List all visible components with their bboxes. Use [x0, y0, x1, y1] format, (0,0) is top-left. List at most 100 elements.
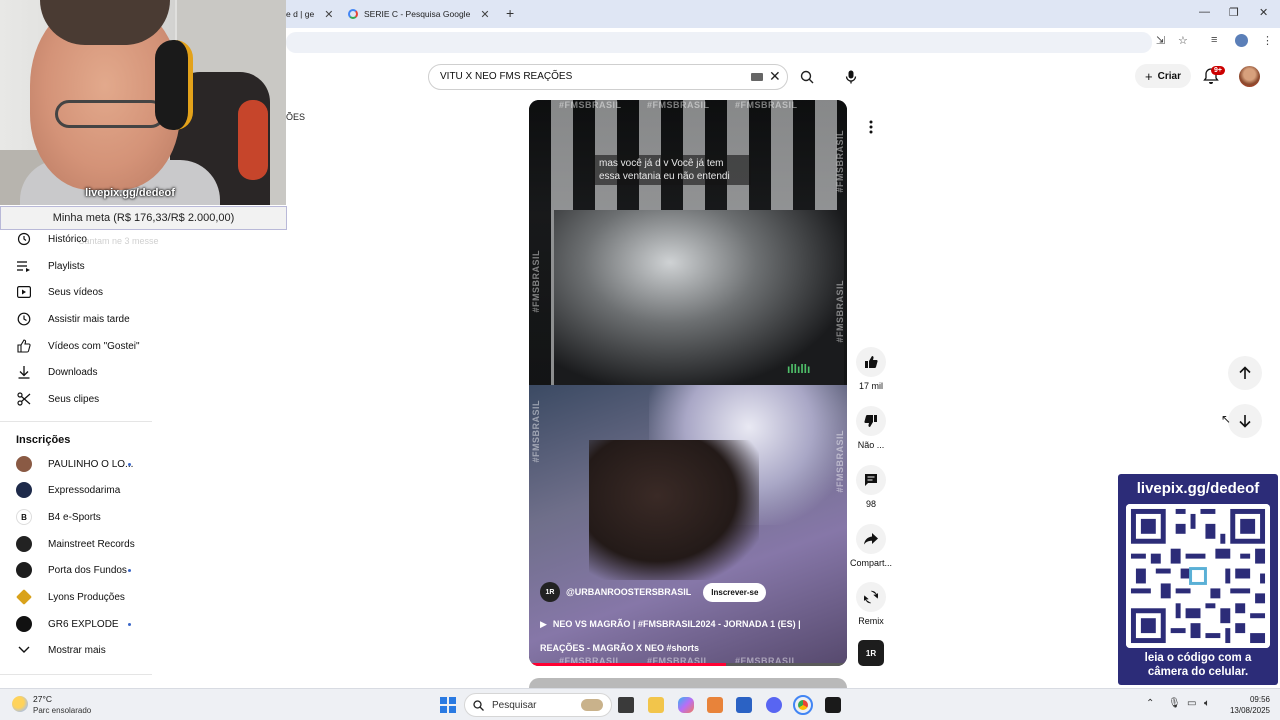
minimize-icon[interactable]: — [1199, 6, 1210, 18]
arrow-up-icon [1239, 366, 1251, 379]
show-more-label: Mostrar mais [48, 644, 106, 656]
task-view-icon[interactable] [618, 697, 634, 713]
qr-handle: livepix.gg/dedeof [1136, 480, 1260, 497]
comments-button[interactable]: 98 [843, 465, 899, 509]
install-icon[interactable]: ⇲ [1156, 34, 1165, 47]
create-label: Criar [1157, 70, 1181, 82]
plus-icon: + [1145, 68, 1153, 84]
sidebar-divider [0, 674, 152, 675]
search-highlight-icon [581, 699, 603, 711]
weather-icon[interactable] [12, 696, 28, 712]
address-bar[interactable] [286, 32, 1152, 53]
subscription-item[interactable]: B B4 e-Sports [0, 504, 156, 530]
sidebar-item-playlists[interactable]: Playlists [0, 253, 156, 279]
discord-icon[interactable] [766, 697, 782, 713]
search-box[interactable]: VITU X NEO FMS REAÇÕES ✕ [428, 64, 788, 90]
qr-caption: leia o código com a câmera do celular. [1118, 651, 1278, 679]
file-explorer-icon[interactable] [648, 697, 664, 713]
share-button[interactable]: Compart... [843, 524, 899, 568]
copilot-icon[interactable] [678, 697, 694, 713]
browser-tab-google[interactable]: SERIE C - Pesquisa Google ✕ [348, 3, 498, 25]
sidebar-item-downloads[interactable]: Downloads [0, 359, 156, 385]
sidebar-item-history[interactable]: Histórico [0, 226, 156, 252]
subscription-label: GR6 EXPLODE [48, 618, 119, 630]
sidebar-item-label: Seus clipes [48, 393, 100, 405]
close-window-icon[interactable]: ✕ [1259, 6, 1268, 19]
restore-icon[interactable]: ❐ [1229, 6, 1239, 19]
store-icon[interactable] [736, 697, 752, 713]
streamer-glasses [55, 100, 165, 128]
google-icon [348, 9, 358, 19]
sidebar-item-liked-videos[interactable]: Vídeos com "Gostei" [0, 333, 156, 359]
sidebar-item-your-videos[interactable]: Seus vídeos [0, 279, 156, 305]
voice-search-button[interactable] [838, 64, 864, 90]
qr-caption-line-2: câmera do celular. [1147, 666, 1249, 678]
app-icon[interactable] [707, 697, 723, 713]
progress-bar[interactable] [529, 663, 847, 666]
channel-logo[interactable]: 1R [540, 582, 560, 602]
subscription-item[interactable]: Expressodarima [0, 477, 156, 503]
comment-icon [856, 465, 886, 495]
media-control-icon[interactable]: ≡ [1211, 34, 1217, 46]
remix-button[interactable]: Remix [843, 582, 899, 626]
network-icon[interactable]: ▭ [1187, 698, 1196, 709]
headset [155, 40, 193, 130]
sidebar-item-label: Assistir mais tarde [48, 313, 130, 325]
subscriptions-heading: Inscrições [16, 434, 71, 446]
new-tab-icon[interactable]: + [506, 5, 514, 21]
browser-menu-icon[interactable]: ⋮ [1262, 34, 1273, 47]
search-button[interactable] [788, 64, 826, 90]
subscription-item[interactable]: PAULINHO O LO... [0, 451, 156, 477]
share-icon [856, 524, 886, 554]
browser-profile-avatar[interactable] [1235, 34, 1248, 47]
video-caption: mas você já d v Você já tem essa ventani… [593, 155, 751, 185]
subscription-item[interactable]: Lyons Produções [0, 584, 156, 610]
volume-icon[interactable]: 🔈︎ [1204, 698, 1210, 709]
subscription-label: Mainstreet Records [48, 538, 135, 550]
subscription-item[interactable]: Mainstreet Records [0, 531, 156, 557]
watermark: #FMSBRASIL [559, 100, 622, 110]
title-hashtag[interactable]: #shorts [667, 643, 700, 653]
next-short-button[interactable] [1228, 404, 1262, 438]
clear-search-icon[interactable]: ✕ [769, 68, 781, 85]
close-tab-icon[interactable]: ✕ [324, 8, 333, 21]
bookmark-star-icon[interactable]: ☆ [1178, 34, 1188, 47]
windows-start-icon[interactable] [440, 697, 456, 713]
taskbar-search[interactable]: Pesquisar [464, 693, 612, 717]
video-title[interactable]: ▶ NEO VS MAGRÃO | #FMSBRASIL2024 - JORNAD… [540, 612, 836, 660]
create-button[interactable]: + Criar [1135, 64, 1191, 88]
watermark: #FMSBRASIL [835, 130, 845, 193]
subscription-item[interactable]: GR6 EXPLODE [0, 611, 156, 637]
tray-expand-icon[interactable]: ⌃ [1146, 698, 1154, 709]
sidebar-item-clips[interactable]: Seus clipes [0, 386, 156, 412]
app-icon[interactable] [825, 697, 841, 713]
channel-handle[interactable]: @URBANROOSTERSBRASIL [566, 587, 691, 597]
search-icon [800, 70, 814, 84]
browser-tab[interactable]: e d | ge ✕ [286, 3, 340, 25]
more-options-button[interactable] [858, 114, 884, 140]
subscription-label: B4 e-Sports [48, 511, 101, 523]
sound-channel-thumbnail[interactable]: 1R [858, 640, 884, 666]
taskbar-search-placeholder: Pesquisar [492, 699, 537, 711]
previous-short-button[interactable] [1228, 356, 1262, 390]
show-more-button[interactable]: Mostrar mais [0, 637, 156, 663]
sidebar-item-watch-later[interactable]: Assistir mais tarde [0, 306, 156, 332]
dislike-label: Não ... [857, 440, 885, 450]
account-avatar[interactable] [1239, 66, 1260, 87]
watch-later-icon [16, 311, 32, 327]
chrome-icon[interactable] [793, 695, 813, 715]
close-tab-icon[interactable]: ✕ [480, 8, 489, 21]
share-label: Compart... [849, 558, 892, 568]
microphone-icon[interactable]: 🎙︎ [1168, 698, 1181, 709]
keyboard-icon[interactable] [751, 73, 763, 81]
mouse-cursor-icon: ↖ [1221, 412, 1232, 426]
qr-code-icon [1126, 504, 1270, 648]
system-clock[interactable]: 09:56 13/08/2025 [1218, 694, 1270, 716]
search-input[interactable]: VITU X NEO FMS REAÇÕES [440, 71, 572, 82]
dislike-button[interactable]: Não ... [843, 406, 899, 450]
subscription-item[interactable]: Porta dos Fundos [0, 557, 156, 583]
shorts-player[interactable]: #FMSBRASIL #FMSBRASIL #FMSBRASIL #FMSBRA… [529, 100, 847, 666]
like-button[interactable]: 17 mil [843, 347, 899, 391]
subscribe-button[interactable]: Inscrever-se [703, 582, 767, 602]
title-line-2: REAÇÕES - MAGRÃO X NEO [540, 643, 665, 653]
